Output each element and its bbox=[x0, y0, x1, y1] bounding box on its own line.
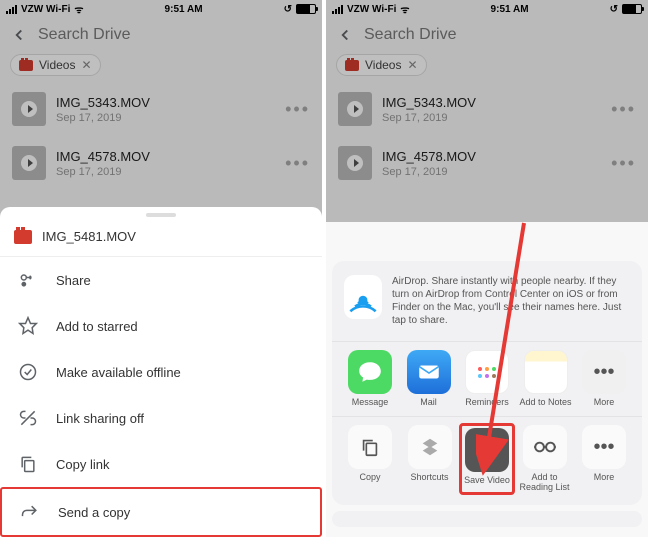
app-notes[interactable]: Add to Notes bbox=[518, 350, 574, 408]
ios-share-sheet: AirDrop. Share instantly with people nea… bbox=[332, 261, 642, 533]
copy-icon bbox=[18, 454, 38, 474]
video-icon bbox=[14, 230, 32, 244]
menu-link-sharing[interactable]: Link sharing off bbox=[0, 395, 322, 441]
action-shortcuts[interactable]: Shortcuts bbox=[402, 425, 458, 493]
action-copy[interactable]: Copy bbox=[342, 425, 398, 493]
airdrop-text: AirDrop. Share instantly with people nea… bbox=[392, 275, 630, 327]
share-icon bbox=[18, 270, 38, 290]
star-icon bbox=[18, 316, 38, 336]
app-more[interactable]: •••More bbox=[576, 350, 632, 408]
menu-share[interactable]: Share bbox=[0, 257, 322, 303]
action-more[interactable]: •••More bbox=[576, 425, 632, 493]
menu-send-copy[interactable]: Send a copy bbox=[0, 487, 322, 537]
menu-starred[interactable]: Add to starred bbox=[0, 303, 322, 349]
link-off-icon bbox=[18, 408, 38, 428]
send-icon bbox=[20, 502, 40, 522]
bottom-sheet: IMG_5481.MOV Share Add to starred Make a… bbox=[0, 207, 322, 537]
action-reading-list[interactable]: Add to Reading List bbox=[517, 425, 573, 493]
app-message[interactable]: Message bbox=[342, 350, 398, 408]
app-reminders[interactable]: Reminders bbox=[459, 350, 515, 408]
menu-copy-link[interactable]: Copy link bbox=[0, 441, 322, 487]
app-mail[interactable]: Mail bbox=[401, 350, 457, 408]
offline-icon bbox=[18, 362, 38, 382]
airdrop-icon[interactable] bbox=[344, 275, 382, 319]
action-save-video[interactable]: Save Video bbox=[459, 423, 515, 495]
sheet-title: IMG_5481.MOV bbox=[42, 229, 136, 244]
menu-offline[interactable]: Make available offline bbox=[0, 349, 322, 395]
